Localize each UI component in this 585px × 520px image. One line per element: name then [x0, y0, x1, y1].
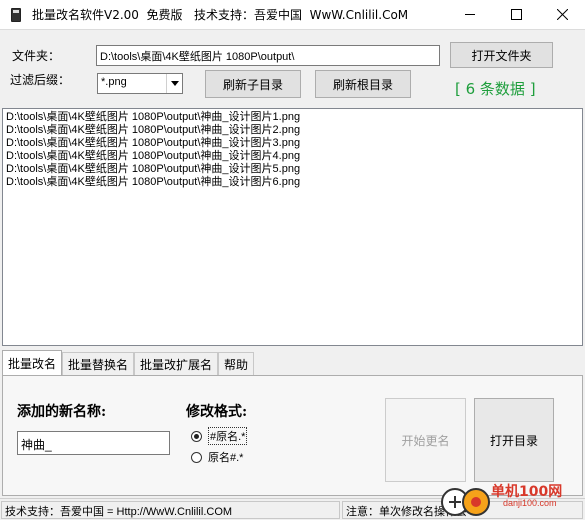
- folder-label: 文件夹：: [12, 49, 61, 63]
- filter-value: *.png: [101, 76, 127, 88]
- watermark-url: danji100.com: [503, 498, 557, 508]
- open-directory-button[interactable]: 打开目录: [474, 398, 554, 482]
- tab-bar: 批量改名 批量替换名 批量改扩展名 帮助: [2, 350, 255, 376]
- new-name-label: 添加的新名称:: [17, 404, 107, 420]
- refresh-rootdir-button[interactable]: 刷新根目录: [315, 70, 411, 98]
- list-item[interactable]: D:\tools\桌面\4K壁纸图片 1080P\output\神曲_设计图片6…: [6, 176, 579, 189]
- status-support: 技术支持：吾爱中国 = Http://WwW.Cnlilil.COM: [1, 501, 340, 519]
- filter-select[interactable]: *.png: [97, 73, 183, 94]
- list-item[interactable]: D:\tools\桌面\4K壁纸图片 1080P\output\神曲_设计图片2…: [6, 124, 579, 137]
- record-count: [ 6 条数据 ]: [455, 80, 536, 98]
- folder-panel: 文件夹： D:\tools\桌面\4K壁纸图片 1080P\output\ 打开…: [0, 29, 585, 107]
- minimize-button[interactable]: [447, 0, 493, 29]
- open-folder-button[interactable]: 打开文件夹: [450, 42, 553, 68]
- list-item[interactable]: D:\tools\桌面\4K壁纸图片 1080P\output\神曲_设计图片5…: [6, 163, 579, 176]
- app-icon: [9, 7, 23, 23]
- maximize-icon: [510, 9, 522, 20]
- window-title: 批量改名软件V2.00 免费版 技术支持：吾爱中国 WwW.Cnlilil.Co…: [32, 8, 409, 22]
- radio-unselected-icon: [191, 451, 202, 463]
- list-item[interactable]: D:\tools\桌面\4K壁纸图片 1080P\output\神曲_设计图片4…: [6, 150, 579, 163]
- format-radio-prefix[interactable]: #原名.*: [191, 427, 248, 445]
- list-item[interactable]: D:\tools\桌面\4K壁纸图片 1080P\output\神曲_设计图片1…: [6, 111, 579, 124]
- tab-batch-rename[interactable]: 批量改名: [2, 350, 63, 376]
- close-icon: [556, 9, 568, 20]
- format-label: 修改格式:: [186, 404, 248, 420]
- new-name-input[interactable]: 神曲_: [17, 431, 170, 455]
- watermark-icon: [441, 488, 490, 516]
- maximize-button[interactable]: [493, 0, 539, 29]
- tab-batch-replace[interactable]: 批量替换名: [62, 352, 135, 376]
- file-list[interactable]: D:\tools\桌面\4K壁纸图片 1080P\output\神曲_设计图片1…: [2, 108, 583, 346]
- folder-path-input[interactable]: D:\tools\桌面\4K壁纸图片 1080P\output\: [96, 45, 440, 66]
- chevron-down-icon: [166, 74, 182, 93]
- format-option-2-label: 原名#.*: [208, 452, 244, 464]
- filter-label: 过滤后缀：: [10, 73, 71, 87]
- close-button[interactable]: [539, 0, 585, 29]
- list-item[interactable]: D:\tools\桌面\4K壁纸图片 1080P\output\神曲_设计图片3…: [6, 137, 579, 150]
- format-option-1-label: #原名.*: [208, 427, 248, 445]
- format-radio-suffix[interactable]: 原名#.*: [191, 449, 243, 465]
- start-rename-button[interactable]: 开始更名: [385, 398, 466, 482]
- tab-batch-extension[interactable]: 批量改扩展名: [134, 352, 219, 376]
- minimize-icon: [464, 14, 475, 15]
- radio-selected-icon: [191, 430, 202, 442]
- watermark-logo: 单机100网 danji100.com: [435, 478, 585, 520]
- title-bar: 批量改名软件V2.00 免费版 技术支持：吾爱中国 WwW.Cnlilil.Co…: [0, 0, 585, 29]
- refresh-subdir-button[interactable]: 刷新子目录: [205, 70, 301, 98]
- tab-help[interactable]: 帮助: [218, 352, 255, 376]
